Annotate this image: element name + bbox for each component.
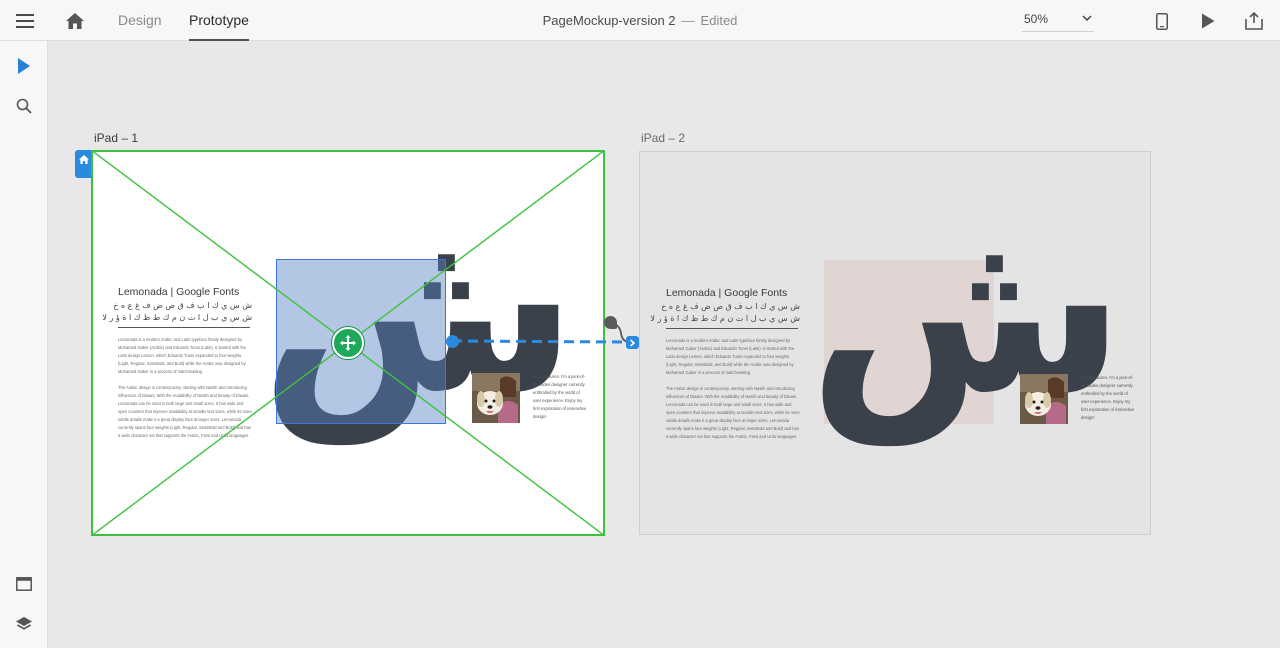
title-separator: — [681, 13, 695, 28]
arabic-sample-line-2: ش س ي ب ل ا ت ن م ك ط ظ ك ا ة ؤ ر لا [650, 314, 800, 323]
description-paragraph-2: The Arabic design is contemporary, start… [666, 386, 800, 439]
select-arrow-icon[interactable] [11, 53, 37, 79]
document-title: PageMockup-version 2 [542, 13, 676, 28]
profile-photo [1020, 374, 1068, 424]
share-icon[interactable] [1241, 8, 1267, 34]
profile-photo [472, 373, 520, 423]
arabic-sample-line-2: ش س ي ب ل ا ت ن م ك ط ظ ك ا ة ؤ ر لا [102, 313, 252, 322]
zoom-dropdown[interactable]: 50% [1022, 8, 1094, 32]
description-paragraph-1: Lemonada is a modern Arabic and Latin ty… [118, 337, 247, 374]
artboard-ipad-2[interactable]: Lemonada | Google Fonts ش س ي ك ا ب ف ق … [639, 151, 1151, 535]
text-block: Lemonada | Google Fonts ش س ي ك ا ب ف ق … [650, 287, 800, 441]
document-status: Edited [700, 13, 738, 28]
description-paragraph-1: Lemonada is a modern Arabic and Latin ty… [666, 338, 795, 375]
home-artboard-marker[interactable] [75, 150, 92, 178]
font-title: Lemonada | Google Fonts [666, 287, 788, 299]
link-drag-pin-icon[interactable] [604, 316, 617, 329]
top-toolbar: Design Prototype PageMockup-version 2 — Ed… [0, 0, 1280, 41]
bio-text: Hi, I'm Lauren. I'm a jack-of-all-trades… [1081, 375, 1135, 420]
arabic-sample-line-1: ش س ي ك ا ب ف ق ص ض ف غ ع ه خ [661, 302, 800, 311]
move-handle-icon[interactable] [332, 327, 364, 359]
divider [118, 327, 250, 328]
chevron-down-icon [1082, 8, 1092, 30]
hamburger-menu-icon[interactable] [12, 8, 38, 34]
artboard-2-label[interactable]: iPad – 2 [641, 131, 685, 145]
device-preview-icon[interactable] [1149, 8, 1175, 34]
artboard-1-label[interactable]: iPad – 1 [94, 131, 138, 145]
text-block: Lemonada | Google Fonts ش س ي ك ا ب ف ق … [102, 286, 252, 440]
layers-icon[interactable] [11, 611, 37, 637]
home-icon[interactable] [62, 8, 88, 34]
left-toolbar [0, 41, 48, 648]
description-paragraph-2: The Arabic design is contemporary, start… [118, 385, 252, 438]
tab-prototype[interactable]: Prototype [189, 0, 249, 41]
arabic-sample-line-1: ش س ي ك ا ب ف ق ص ض ف غ ع ه خ [113, 301, 252, 310]
tab-design[interactable]: Design [118, 0, 162, 41]
zoom-value: 50% [1024, 12, 1049, 26]
arabic-glyph: ش [808, 178, 1126, 445]
font-title: Lemonada | Google Fonts [118, 286, 240, 298]
search-icon[interactable] [11, 93, 37, 119]
divider [666, 328, 798, 329]
assets-icon[interactable] [11, 571, 37, 597]
link-target-arrow-icon[interactable] [626, 336, 639, 349]
play-icon[interactable] [1195, 8, 1221, 34]
bio-text: Hi, I'm Lauren. I'm a jack-of-all-trades… [533, 374, 587, 419]
link-start-handle[interactable] [446, 335, 459, 348]
